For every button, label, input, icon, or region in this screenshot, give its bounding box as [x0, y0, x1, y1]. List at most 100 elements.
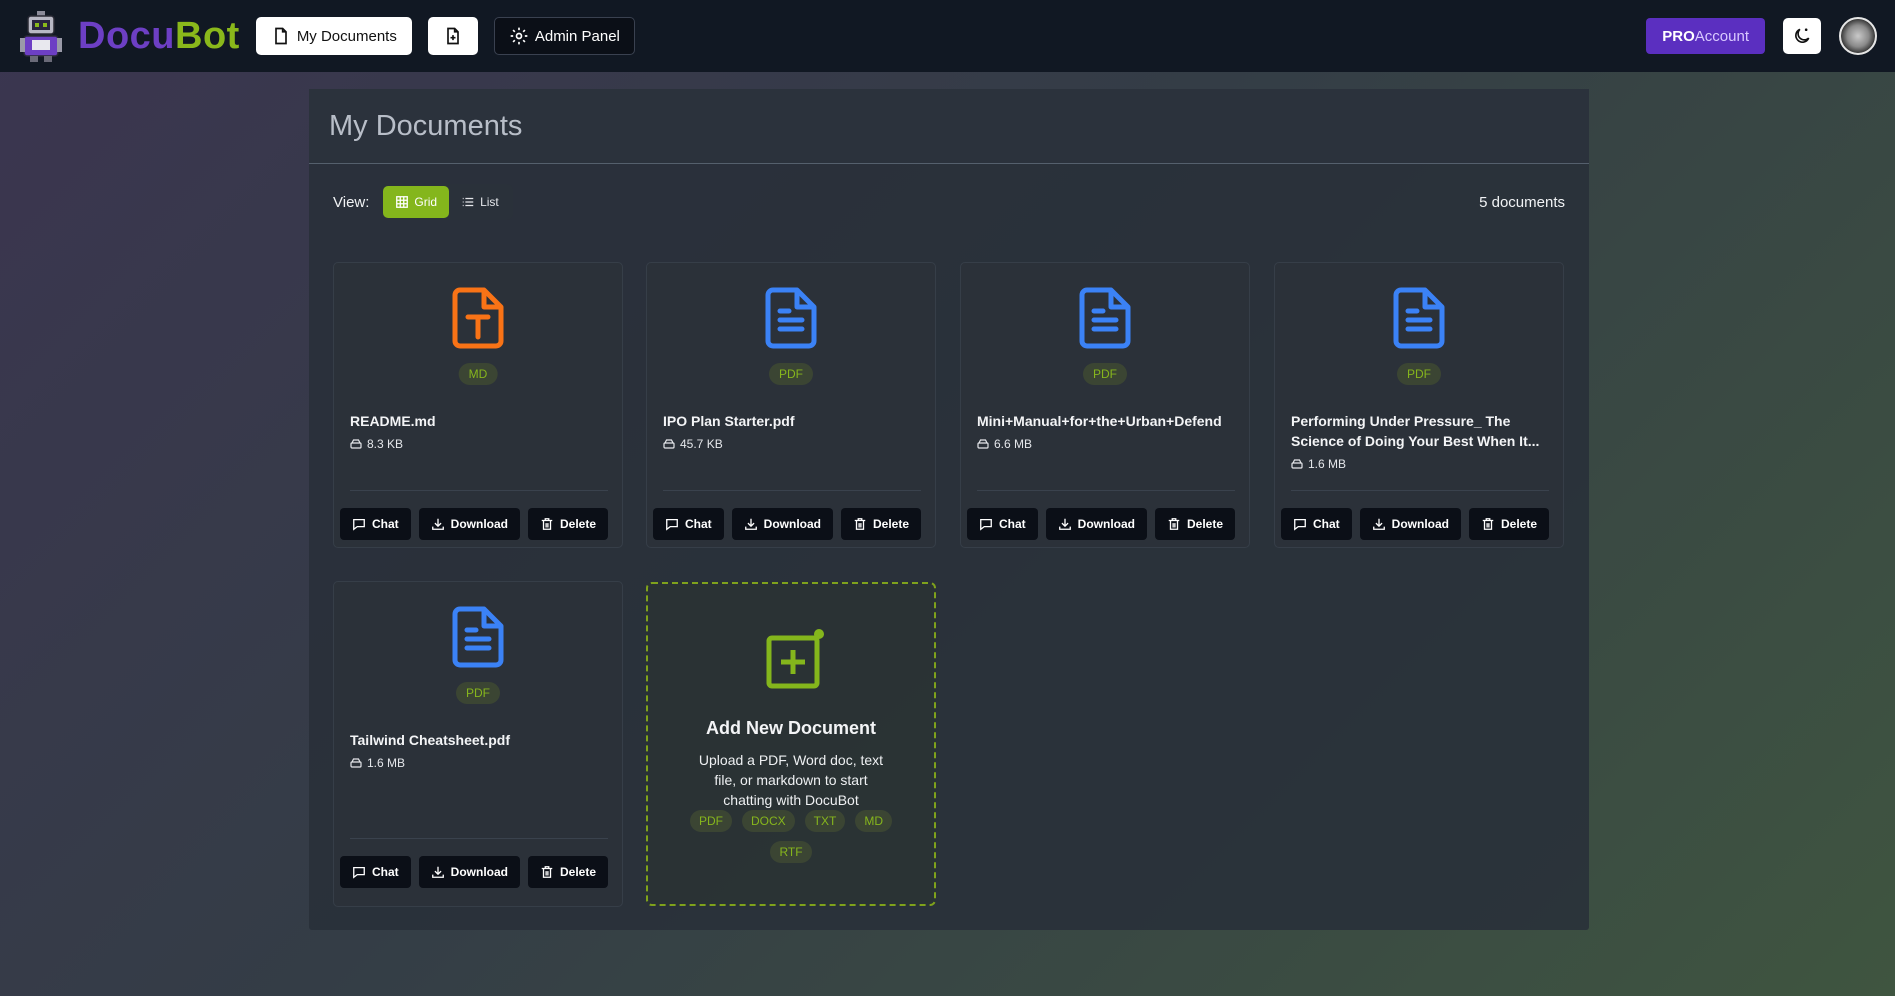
document-count: 5 documents: [1479, 193, 1565, 211]
file-type-chip: TXT: [804, 810, 846, 832]
file-type-badge: PDF: [456, 682, 500, 704]
document-card: PDF IPO Plan Starter.pdf 45.7 KB Chat Do…: [646, 262, 936, 548]
download-button[interactable]: Download: [418, 856, 520, 888]
file-type-badge: PDF: [769, 363, 813, 385]
download-icon: [1372, 518, 1385, 530]
chat-icon: [1294, 518, 1306, 531]
theme-toggle-button[interactable]: [1783, 18, 1821, 54]
trash-icon: [541, 866, 553, 878]
pdf-file-icon: [765, 287, 817, 349]
brand-docu: Docu: [78, 14, 175, 57]
chat-button[interactable]: Chat: [967, 508, 1038, 540]
chat-label: Chat: [1313, 517, 1340, 531]
file-type-chip: RTF: [770, 841, 812, 863]
supported-file-types: PDF DOCX TXT MD RTF: [688, 810, 894, 863]
pro-label: PRO: [1662, 27, 1695, 45]
document-name: Mini+Manual+for+the+Urban+Defend: [977, 413, 1222, 429]
document-name: Performing Under Pressure_ The Science o…: [1291, 413, 1540, 449]
my-documents-button[interactable]: My Documents: [255, 17, 412, 55]
grid-view-label: Grid: [414, 195, 438, 209]
delete-button[interactable]: Delete: [528, 508, 609, 540]
hard-drive-icon: [350, 758, 362, 768]
download-label: Download: [1077, 517, 1135, 531]
delete-button[interactable]: Delete: [1469, 508, 1550, 540]
download-button[interactable]: Download: [1045, 508, 1147, 540]
file-icon: [274, 27, 287, 45]
card-actions: Chat Download Delete: [340, 508, 609, 540]
upload-document-button[interactable]: [427, 17, 478, 55]
download-label: Download: [763, 517, 821, 531]
chat-label: Chat: [372, 865, 399, 879]
chat-icon: [980, 518, 992, 531]
user-avatar[interactable]: [1839, 17, 1877, 55]
chat-label: Chat: [685, 517, 712, 531]
document-size-value: 6.6 MB: [994, 437, 1033, 451]
card-divider: [663, 490, 921, 491]
delete-label: Delete: [560, 517, 597, 531]
pro-account-button[interactable]: PRO Account: [1646, 18, 1765, 54]
delete-label: Delete: [1187, 517, 1224, 531]
add-document-title: Add New Document: [705, 718, 876, 738]
view-toggle: Grid List: [381, 184, 513, 220]
document-name: README.md: [350, 413, 436, 429]
download-button[interactable]: Download: [731, 508, 833, 540]
hard-drive-icon: [350, 439, 362, 449]
list-view-button[interactable]: List: [449, 186, 511, 218]
chat-button[interactable]: Chat: [340, 856, 411, 888]
document-card: MD README.md 8.3 KB Chat Download Delete: [333, 262, 623, 548]
document-card: PDF Performing Under Pressure_ The Scien…: [1274, 262, 1564, 548]
hard-drive-icon: [663, 439, 675, 449]
download-button[interactable]: Download: [418, 508, 520, 540]
card-actions: Chat Download Delete: [1281, 508, 1550, 540]
admin-panel-button[interactable]: Admin Panel: [493, 17, 635, 55]
file-type-badge: MD: [458, 363, 498, 385]
top-navbar: DocuBot My Documents Admin Panel PRO Acco…: [0, 0, 1895, 72]
page-title: My Documents: [329, 109, 523, 142]
delete-label: Delete: [873, 517, 910, 531]
brand-name[interactable]: DocuBot: [78, 15, 240, 58]
document-size-value: 8.3 KB: [367, 437, 404, 451]
card-actions: Chat Download Delete: [653, 508, 922, 540]
my-documents-label: My Documents: [296, 27, 397, 45]
card-divider: [1291, 490, 1549, 491]
document-size: 1.6 MB: [350, 756, 405, 770]
account-label: Account: [1694, 27, 1749, 45]
file-type-badge: PDF: [1397, 363, 1441, 385]
document-name: IPO Plan Starter.pdf: [663, 413, 795, 429]
document-size: 6.6 MB: [977, 437, 1032, 451]
admin-panel-label: Admin Panel: [534, 27, 620, 45]
chat-icon: [666, 518, 678, 531]
chat-icon: [353, 518, 365, 531]
document-size: 45.7 KB: [663, 437, 723, 451]
chat-button[interactable]: Chat: [653, 508, 724, 540]
documents-panel: My Documents View: Grid List 5 documents…: [309, 89, 1589, 930]
delete-button[interactable]: Delete: [841, 508, 922, 540]
document-card: PDF Tailwind Cheatsheet.pdf 1.6 MB Chat …: [333, 581, 623, 907]
moon-icon: [1795, 28, 1810, 43]
download-icon: [744, 518, 757, 530]
chat-label: Chat: [999, 517, 1026, 531]
trash-icon: [541, 518, 553, 530]
grid-view-button[interactable]: Grid: [383, 186, 450, 218]
trash-icon: [854, 518, 866, 530]
gear-icon: [510, 27, 528, 45]
download-button[interactable]: Download: [1359, 508, 1461, 540]
hard-drive-icon: [977, 439, 989, 449]
download-label: Download: [1391, 517, 1449, 531]
markdown-file-icon: [452, 287, 504, 349]
pdf-file-icon: [452, 606, 504, 668]
card-divider: [350, 838, 608, 839]
chat-button[interactable]: Chat: [1281, 508, 1352, 540]
card-divider: [977, 490, 1235, 491]
delete-button[interactable]: Delete: [1155, 508, 1236, 540]
download-icon: [431, 518, 444, 530]
chat-button[interactable]: Chat: [340, 508, 411, 540]
robot-logo-icon[interactable]: [18, 9, 64, 63]
file-type-badge: PDF: [1083, 363, 1127, 385]
document-size-value: 1.6 MB: [367, 756, 406, 770]
delete-button[interactable]: Delete: [528, 856, 609, 888]
chat-icon: [353, 866, 365, 879]
add-document-card[interactable]: Add New Document Upload a PDF, Word doc,…: [646, 582, 936, 906]
document-size: 1.6 MB: [1291, 457, 1346, 471]
brand-bot: Bot: [175, 14, 240, 57]
